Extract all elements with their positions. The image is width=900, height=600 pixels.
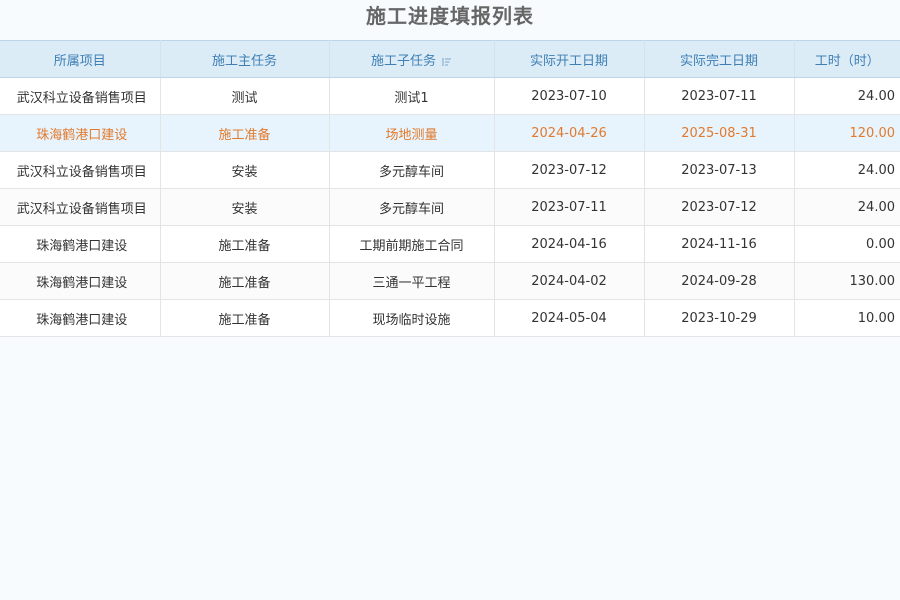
- cell-hours: 24.00: [794, 77, 900, 115]
- table-row[interactable]: 武汉科立设备销售项目 测试 测试1 2023-07-10 2023-07-11 …: [0, 77, 900, 115]
- cell-sub-task: 三通一平工程: [329, 262, 495, 300]
- table-row[interactable]: 武汉科立设备销售项目 安装 多元醇车间 2023-07-11 2023-07-1…: [0, 188, 900, 226]
- cell-sub-task: 工期前期施工合同: [329, 225, 495, 263]
- page-title: 施工进度填报列表: [366, 4, 534, 28]
- cell-sub-task: 现场临时设施: [329, 299, 495, 337]
- cell-end-date: 2023-07-11: [644, 77, 795, 115]
- cell-start-date: 2024-04-16: [494, 225, 645, 263]
- column-header-actual-start-date[interactable]: 实际开工日期: [494, 40, 645, 78]
- table-row-selected[interactable]: 珠海鹤港口建设 施工准备 场地测量 2024-04-26 2025-08-31 …: [0, 114, 900, 152]
- column-header-actual-end-date[interactable]: 实际完工日期: [644, 40, 795, 78]
- cell-end-date: 2023-07-13: [644, 151, 795, 189]
- cell-hours: 130.00: [794, 262, 900, 300]
- cell-project: 武汉科立设备销售项目: [0, 151, 161, 189]
- table-row[interactable]: 武汉科立设备销售项目 安装 多元醇车间 2023-07-12 2023-07-1…: [0, 151, 900, 189]
- cell-end-date: 2024-09-28: [644, 262, 795, 300]
- cell-main-task: 施工准备: [160, 299, 330, 337]
- table-row[interactable]: 珠海鹤港口建设 施工准备 工期前期施工合同 2024-04-16 2024-11…: [0, 225, 900, 263]
- cell-hours: 0.00: [794, 225, 900, 263]
- cell-sub-task: 场地测量: [329, 114, 495, 152]
- cell-project: 珠海鹤港口建设: [0, 225, 161, 263]
- column-header-project[interactable]: 所属项目: [0, 40, 161, 78]
- cell-main-task: 施工准备: [160, 114, 330, 152]
- cell-hours: 120.00: [794, 114, 900, 152]
- cell-sub-task: 测试1: [329, 77, 495, 115]
- cell-main-task: 施工准备: [160, 225, 330, 263]
- table-row[interactable]: 珠海鹤港口建设 施工准备 现场临时设施 2024-05-04 2023-10-2…: [0, 299, 900, 337]
- cell-end-date: 2025-08-31: [644, 114, 795, 152]
- cell-project: 武汉科立设备销售项目: [0, 77, 161, 115]
- cell-end-date: 2023-07-12: [644, 188, 795, 226]
- column-header-label: 实际开工日期: [529, 53, 608, 69]
- column-header-label: 工时（时）: [814, 53, 880, 69]
- cell-hours: 24.00: [794, 151, 900, 189]
- column-header-work-hours[interactable]: 工时（时）: [794, 40, 900, 78]
- cell-start-date: 2024-04-26: [494, 114, 645, 152]
- column-header-label: 施工主任务: [211, 53, 277, 69]
- cell-start-date: 2024-05-04: [494, 299, 645, 337]
- cell-start-date: 2023-07-11: [494, 188, 645, 226]
- column-header-label: 所属项目: [53, 53, 106, 69]
- cell-project: 珠海鹤港口建设: [0, 299, 161, 337]
- cell-start-date: 2024-04-02: [494, 262, 645, 300]
- cell-main-task: 施工准备: [160, 262, 330, 300]
- table-header-row: 所属项目 施工主任务 施工子任务 实际开工日期 实际完工日期 工时（时）: [0, 40, 900, 78]
- column-header-label: 施工子任务: [370, 53, 436, 69]
- cell-project: 珠海鹤港口建设: [0, 114, 161, 152]
- cell-hours: 24.00: [794, 188, 900, 226]
- table-row[interactable]: 珠海鹤港口建设 施工准备 三通一平工程 2024-04-02 2024-09-2…: [0, 262, 900, 300]
- cell-sub-task: 多元醇车间: [329, 188, 495, 226]
- cell-end-date: 2023-10-29: [644, 299, 795, 337]
- column-header-label: 实际完工日期: [679, 53, 758, 69]
- cell-end-date: 2024-11-16: [644, 225, 795, 263]
- cell-start-date: 2023-07-12: [494, 151, 645, 189]
- cell-main-task: 安装: [160, 188, 330, 226]
- cell-sub-task: 多元醇车间: [329, 151, 495, 189]
- cell-main-task: 安装: [160, 151, 330, 189]
- column-header-main-task[interactable]: 施工主任务: [160, 40, 330, 78]
- cell-hours: 10.00: [794, 299, 900, 337]
- sort-icon[interactable]: [442, 56, 452, 66]
- cell-start-date: 2023-07-10: [494, 77, 645, 115]
- progress-report-table: 所属项目 施工主任务 施工子任务 实际开工日期 实际完工日期 工时（时） 武汉科…: [0, 40, 900, 337]
- cell-project: 武汉科立设备销售项目: [0, 188, 161, 226]
- column-header-sub-task[interactable]: 施工子任务: [329, 40, 495, 78]
- cell-project: 珠海鹤港口建设: [0, 262, 161, 300]
- cell-main-task: 测试: [160, 77, 330, 115]
